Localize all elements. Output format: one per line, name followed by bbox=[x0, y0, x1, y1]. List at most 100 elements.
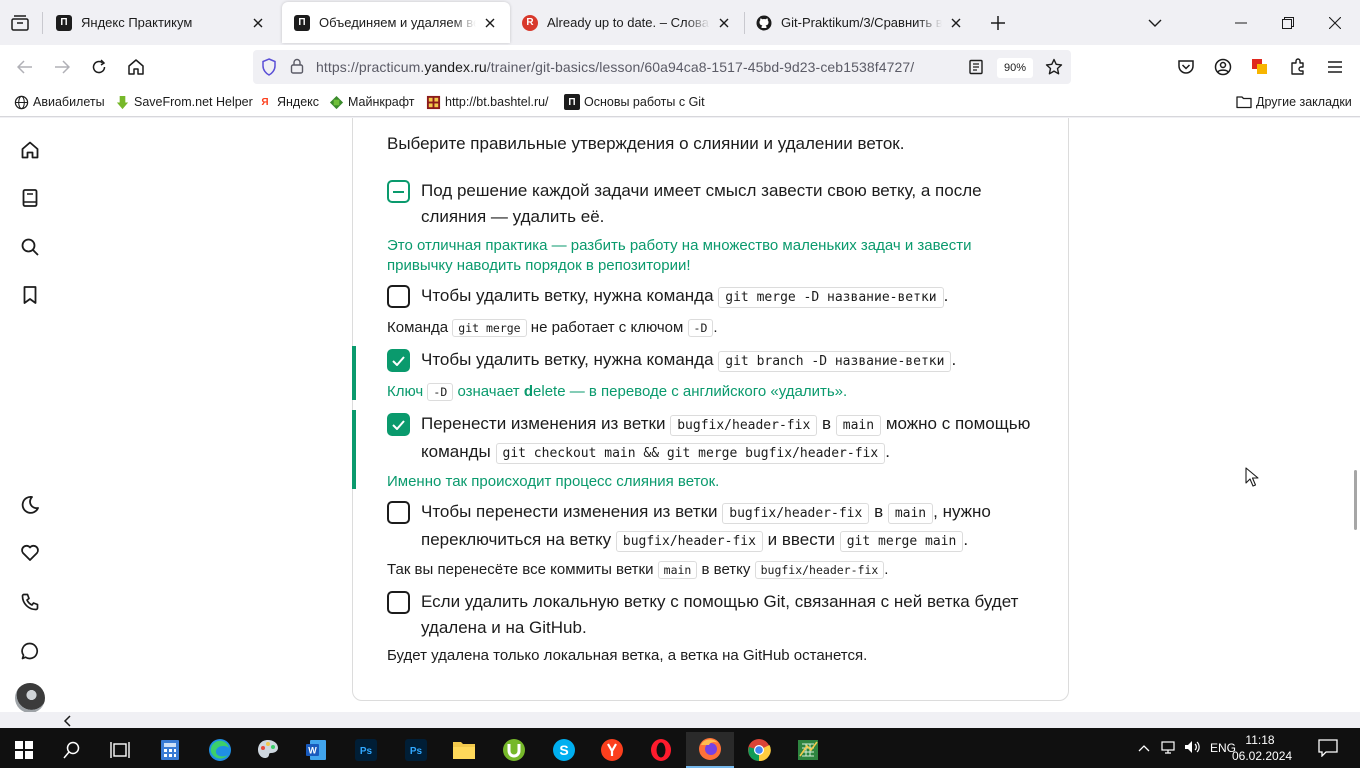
close-icon[interactable] bbox=[482, 15, 498, 31]
photoshop-app[interactable]: Ps bbox=[342, 732, 390, 768]
network-icon[interactable] bbox=[1160, 739, 1176, 758]
address-bar[interactable]: https://practicum.yandex.ru/trainer/git-… bbox=[253, 50, 1071, 84]
menu-button[interactable] bbox=[1323, 55, 1347, 79]
bookmark-savefrom[interactable]: SaveFrom.net Helper bbox=[114, 94, 253, 110]
chrome-app[interactable] bbox=[735, 732, 783, 768]
home-icon[interactable] bbox=[18, 138, 42, 162]
option-text-4[interactable]: Перенести изменения из ветки bugfix/head… bbox=[421, 411, 1031, 467]
option-text-5[interactable]: Чтобы перенести изменения из ветки bugfi… bbox=[421, 499, 1031, 555]
close-icon[interactable] bbox=[948, 15, 964, 31]
bookmark-icon[interactable] bbox=[18, 283, 42, 307]
bookmark-bashtel[interactable]: http://bt.bashtel.ru/ bbox=[425, 94, 549, 110]
avatar[interactable] bbox=[15, 683, 45, 712]
close-window-button[interactable] bbox=[1312, 0, 1358, 45]
word-app[interactable]: W bbox=[292, 732, 340, 768]
option-checkbox-4[interactable] bbox=[387, 413, 410, 436]
calculator-app[interactable] bbox=[146, 732, 194, 768]
account-button[interactable] bbox=[1211, 55, 1235, 79]
heart-icon[interactable] bbox=[18, 541, 42, 565]
extension-colored-icon bbox=[1252, 59, 1267, 74]
bookmark-aviabilety[interactable]: Авиабилеты bbox=[13, 94, 105, 110]
chrome-icon bbox=[748, 739, 771, 762]
checkmark-icon bbox=[392, 355, 405, 366]
back-button[interactable] bbox=[13, 55, 37, 79]
scrollbar-thumb[interactable] bbox=[1354, 470, 1357, 530]
spreadsheet-app[interactable] bbox=[784, 732, 832, 768]
new-tab-button[interactable] bbox=[986, 11, 1010, 35]
bookmark-star-icon[interactable] bbox=[1045, 58, 1063, 79]
option-text-3[interactable]: Чтобы удалить ветку, нужна команда git b… bbox=[421, 347, 1031, 375]
firefox-app[interactable] bbox=[686, 732, 734, 768]
option-checkbox-3[interactable] bbox=[387, 349, 410, 372]
bookmark-git-basics[interactable]: П Основы работы с Git bbox=[564, 94, 705, 110]
url-text[interactable]: https://practicum.yandex.ru/trainer/git-… bbox=[316, 59, 914, 75]
bookmarks-bar: Авиабилеты SaveFrom.net Helper Я Яндекс … bbox=[0, 89, 1360, 117]
other-bookmarks-folder[interactable]: Другие закладки bbox=[1236, 94, 1352, 110]
close-icon[interactable] bbox=[250, 15, 266, 31]
zoom-indicator[interactable]: 90% bbox=[997, 58, 1033, 78]
option-text-6[interactable]: Если удалить локальную ветку с помощью G… bbox=[421, 589, 1031, 641]
photoshop-app-2[interactable]: Ps bbox=[392, 732, 440, 768]
minimize-button[interactable] bbox=[1218, 0, 1264, 45]
globe-icon bbox=[13, 94, 29, 110]
start-button[interactable] bbox=[0, 732, 48, 768]
option-text-2[interactable]: Чтобы удалить ветку, нужна команда git m… bbox=[421, 283, 1031, 311]
hamburger-icon bbox=[1328, 61, 1342, 73]
chat-icon[interactable] bbox=[18, 639, 42, 663]
yandex-browser-app[interactable] bbox=[588, 732, 636, 768]
skype-app[interactable]: S bbox=[540, 732, 588, 768]
bookmark-yandex[interactable]: Я Яндекс bbox=[257, 94, 319, 110]
maximize-button[interactable] bbox=[1265, 0, 1311, 45]
utorrent-app[interactable] bbox=[490, 732, 538, 768]
option-checkbox-6[interactable] bbox=[387, 591, 410, 614]
savefrom-icon bbox=[114, 94, 130, 110]
moon-icon[interactable] bbox=[18, 493, 42, 517]
opera-app[interactable] bbox=[637, 732, 685, 768]
notifications-icon[interactable] bbox=[1318, 739, 1338, 760]
bookmark-minecraft[interactable]: Майнкрафт bbox=[328, 94, 415, 110]
book-icon[interactable] bbox=[18, 186, 42, 210]
inline-code: bugfix/header-fix bbox=[615, 531, 763, 552]
bookmark-label: Яндекс bbox=[277, 95, 320, 109]
option-feedback-2: Команда git merge не работает с ключом -… bbox=[387, 319, 718, 337]
search-button[interactable] bbox=[48, 732, 96, 768]
tracking-protection-icon[interactable] bbox=[261, 58, 277, 79]
paint-app[interactable] bbox=[244, 732, 292, 768]
list-all-tabs-button[interactable] bbox=[1143, 11, 1167, 35]
tab-reverso[interactable]: R Already up to date. – Словарь и bbox=[510, 0, 744, 45]
search-icon[interactable] bbox=[18, 235, 42, 259]
reload-button[interactable] bbox=[87, 55, 111, 79]
edge-app[interactable] bbox=[196, 732, 244, 768]
tray-overflow-icon[interactable] bbox=[1138, 741, 1150, 755]
option-checkbox-1[interactable] bbox=[387, 180, 410, 203]
task-view-button[interactable] bbox=[96, 732, 144, 768]
calculator-icon bbox=[161, 740, 179, 760]
option-text-1[interactable]: Под решение каждой задачи имеет смысл за… bbox=[421, 178, 1031, 230]
tab-active-lesson[interactable]: П Объединяем и удаляем ветки – Я bbox=[282, 2, 510, 43]
palette-icon bbox=[258, 740, 278, 759]
option-checkbox-2[interactable] bbox=[387, 285, 410, 308]
firefox-view-button[interactable] bbox=[8, 12, 32, 34]
reader-view-icon[interactable] bbox=[968, 59, 984, 78]
volume-icon[interactable] bbox=[1183, 739, 1201, 758]
tab-github[interactable]: Git-Praktikum/3/Сравнить ветки bbox=[744, 0, 976, 45]
tab-title: Git-Praktikum/3/Сравнить ветки bbox=[781, 15, 942, 30]
taskbar-clock[interactable]: 11:18 06.02.2024 bbox=[1232, 732, 1292, 764]
lock-icon[interactable] bbox=[290, 58, 304, 77]
home-button[interactable] bbox=[124, 55, 148, 79]
forward-button[interactable] bbox=[50, 55, 74, 79]
tab-strip: П Яндекс Практикум П Объединяем и удаляе… bbox=[0, 0, 1360, 45]
firefox-view-icon bbox=[11, 15, 29, 31]
vertical-scrollbar[interactable] bbox=[1352, 118, 1360, 712]
tab-title: Яндекс Практикум bbox=[81, 15, 193, 30]
phone-icon[interactable] bbox=[18, 590, 42, 614]
extension-button[interactable] bbox=[1248, 55, 1272, 79]
extensions-button[interactable] bbox=[1286, 55, 1310, 79]
tab-yandex-practicum[interactable]: П Яндекс Практикум bbox=[44, 0, 278, 45]
checkmark-icon bbox=[392, 419, 405, 430]
close-icon[interactable] bbox=[716, 15, 732, 31]
pocket-button[interactable] bbox=[1174, 55, 1198, 79]
option-checkbox-5[interactable] bbox=[387, 501, 410, 524]
minecraft-icon bbox=[328, 94, 344, 110]
file-explorer-app[interactable] bbox=[440, 732, 488, 768]
